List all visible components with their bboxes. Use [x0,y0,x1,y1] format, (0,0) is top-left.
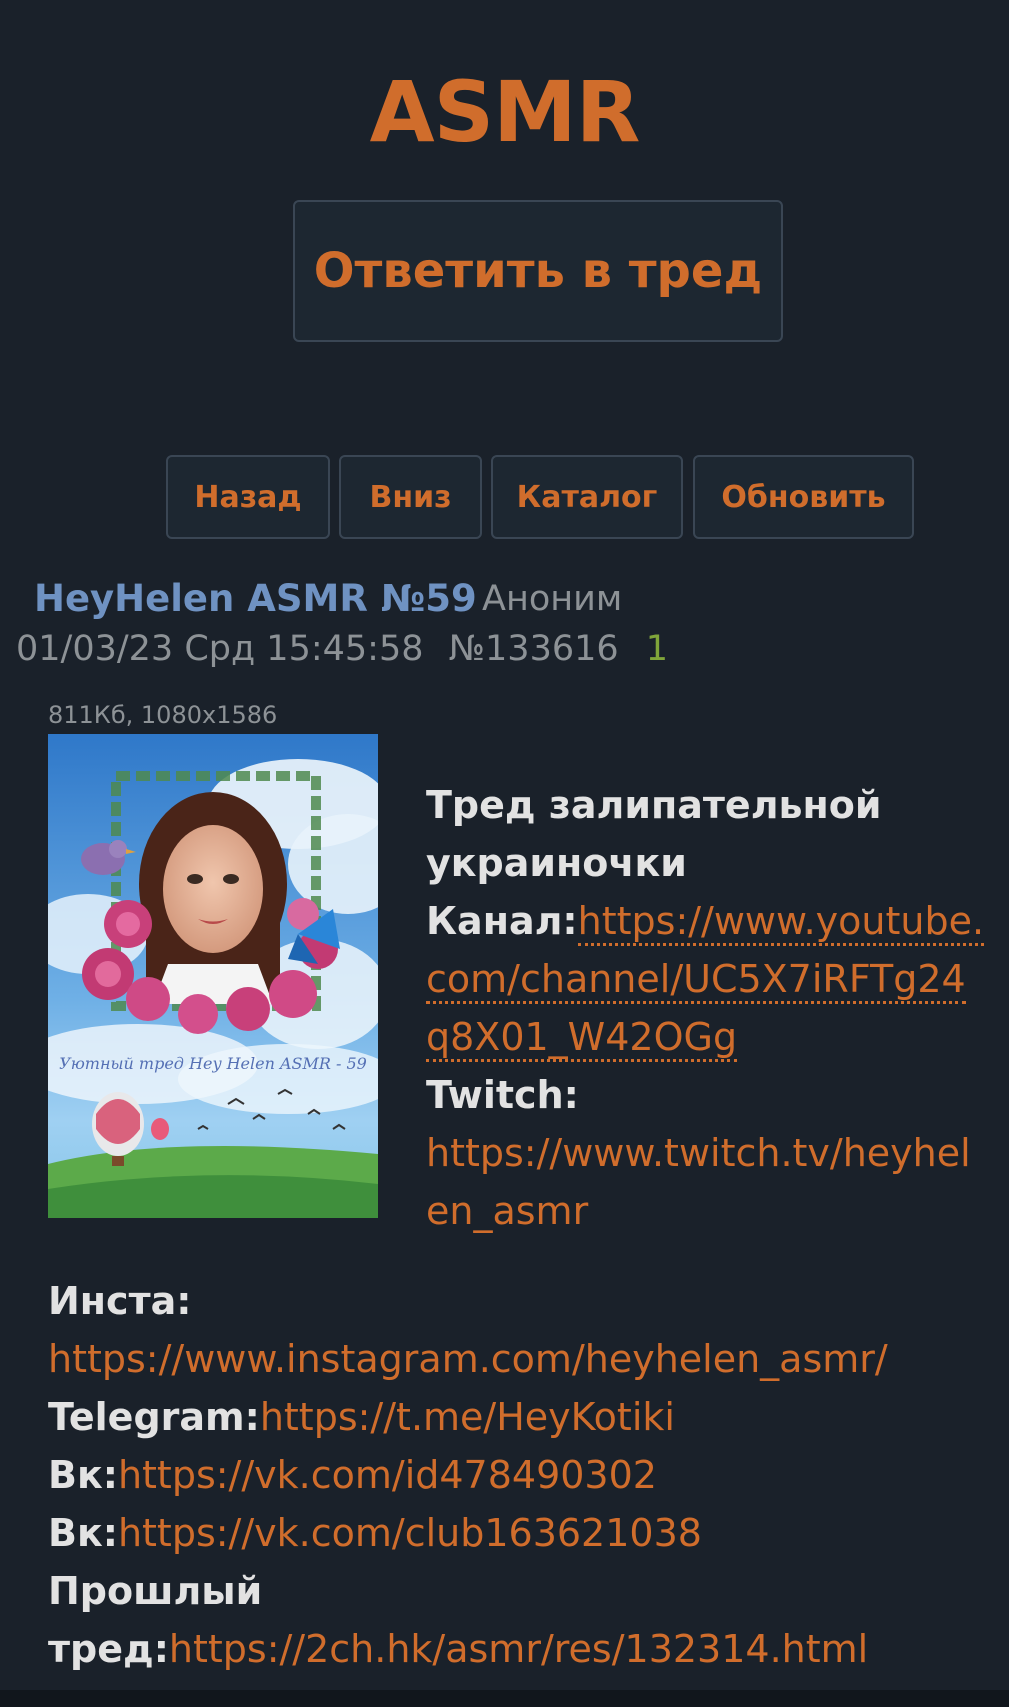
board-title: ASMR [369,63,641,161]
prev-thread-label-line2: тред: [48,1627,169,1671]
prev-thread-link[interactable]: https://2ch.hk/asmr/res/132314.html [169,1627,868,1671]
post-image-thumbnail[interactable]: Уютный тред Hey Helen ASMR - 59 [48,734,378,1218]
prev-thread-label-line1: Прошлый [48,1569,263,1613]
post-body-full: Инста: https://www.instagram.com/heyhele… [48,1272,998,1678]
vk1-label: Вк: [48,1453,118,1497]
channel-row: Канал:https://www.youtube.com/channel/UC… [426,892,986,1066]
prev-thread-row: тред:https://2ch.hk/asmr/res/132314.html [48,1620,998,1678]
post-date: 01/03/23 Срд 15:45:58 [16,629,424,669]
vk1-link[interactable]: https://vk.com/id478490302 [118,1453,657,1497]
vk-row-1: Вк:https://vk.com/id478490302 [48,1446,998,1504]
post-title-line2: украиночки [426,841,687,885]
insta-label: Инста: [48,1279,192,1323]
reply-to-thread-button[interactable]: Ответить в тред [293,200,783,342]
back-button[interactable]: Назад [166,455,330,539]
refresh-button[interactable]: Обновить [693,455,914,539]
file-info: 811Кб, 1080x1586 [48,701,278,729]
thread-subject: HeyHelen ASMR №59 [34,577,477,620]
bottom-bar [0,1690,1009,1707]
post-title-line1: Тред залипательной [426,783,882,827]
post-number[interactable]: №133616 [449,629,619,669]
down-button[interactable]: Вниз [339,455,482,539]
post-meta: 01/03/23 Срд 15:45:58 №133616 1 [16,625,668,673]
telegram-link[interactable]: https://t.me/HeyKotiki [260,1395,675,1439]
insta-link[interactable]: https://www.instagram.com/heyhelen_asmr/ [48,1330,998,1388]
post-body-side: Тред залипательной украиночки Канал:http… [426,776,986,1240]
channel-label: Канал: [426,899,578,943]
twitch-link[interactable]: https://www.twitch.tv/heyhelen_asmr [426,1124,986,1240]
vk-row-2: Вк:https://vk.com/club163621038 [48,1504,998,1562]
vk2-link[interactable]: https://vk.com/club163621038 [118,1511,702,1555]
telegram-row: Telegram:https://t.me/HeyKotiki [48,1388,998,1446]
poster-name: Аноним [482,579,623,619]
image-caption: Уютный тред Hey Helen ASMR - 59 [59,1054,367,1073]
reply-count[interactable]: 1 [646,629,668,669]
twitch-label: Twitch: [426,1073,579,1117]
vk2-label: Вк: [48,1511,118,1555]
telegram-label: Telegram: [48,1395,260,1439]
catalog-button[interactable]: Каталог [491,455,683,539]
